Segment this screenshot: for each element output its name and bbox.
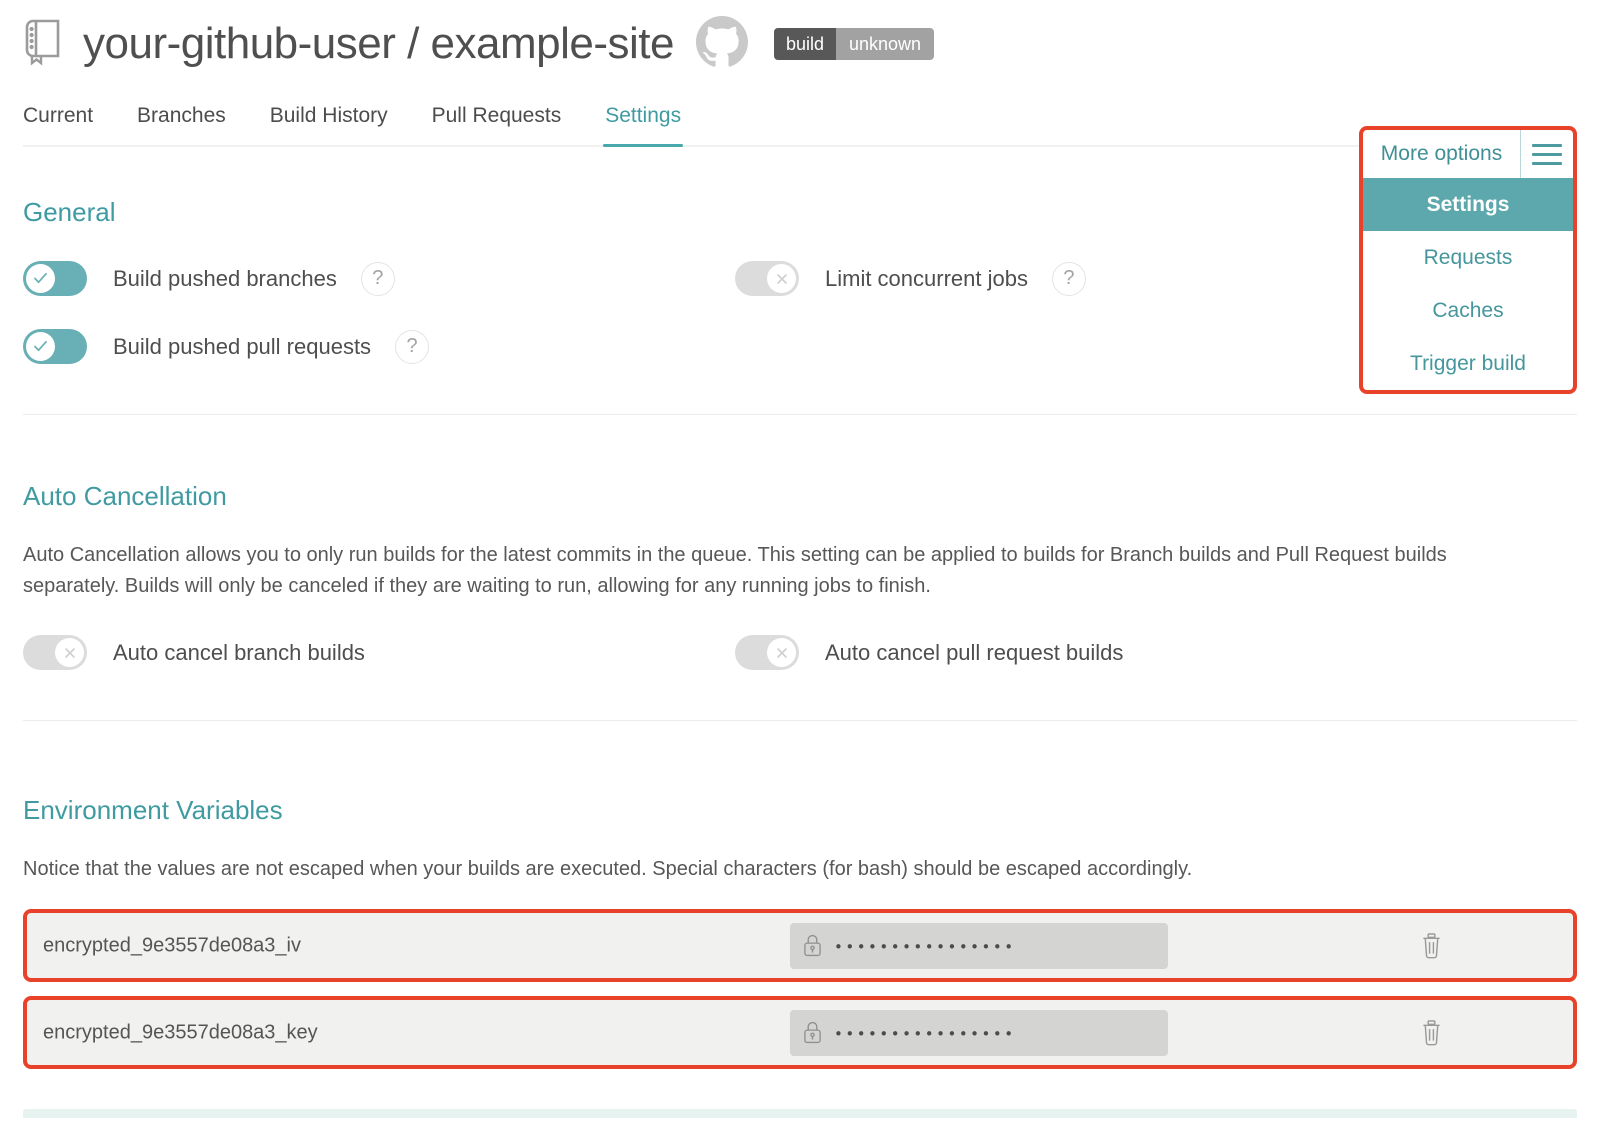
toggle-knob-check-icon <box>26 264 55 293</box>
masked-value: •••••••••••••••• <box>834 936 1016 956</box>
more-options-header: More options <box>1363 130 1573 178</box>
repository-book-icon <box>23 18 63 71</box>
toggle-knob-check-icon <box>26 332 55 361</box>
toggle-label: Build pushed branches <box>113 266 337 292</box>
menu-item-settings[interactable]: Settings <box>1363 178 1573 231</box>
environment-variables-heading: Environment Variables <box>23 795 1577 826</box>
toggle-row: Build pushed branches ? Limit concurrent… <box>23 261 1577 296</box>
toggle-label: Limit concurrent jobs <box>825 266 1028 292</box>
toggle-label: Build pushed pull requests <box>113 334 371 360</box>
tab-current[interactable]: Current <box>23 104 93 145</box>
badge-status: unknown <box>836 28 934 60</box>
build-pushed-branches-toggle[interactable] <box>23 261 87 296</box>
auto-cancel-branch-builds-setting: Auto cancel branch builds <box>23 635 735 670</box>
help-icon[interactable]: ? <box>1052 262 1086 296</box>
tab-build-history[interactable]: Build History <box>270 104 388 145</box>
toggle-row: Auto cancel branch builds Auto cancel pu… <box>23 635 1577 670</box>
tab-branches[interactable]: Branches <box>137 104 226 145</box>
settings-page: your-github-user / example-site build un… <box>0 0 1600 1133</box>
auto-cancellation-heading: Auto Cancellation <box>23 481 1577 512</box>
section-divider <box>23 414 1577 415</box>
tab-settings[interactable]: Settings <box>605 104 681 145</box>
auto-cancel-pull-request-builds-setting: Auto cancel pull request builds <box>735 635 1123 670</box>
tab-bar: Current Branches Build History Pull Requ… <box>23 104 1577 147</box>
hamburger-menu-icon[interactable] <box>1521 130 1573 178</box>
build-pushed-pull-requests-setting: Build pushed pull requests ? <box>23 329 429 364</box>
more-options-button[interactable]: More options <box>1363 130 1520 178</box>
page-title: your-github-user / example-site <box>83 19 674 69</box>
help-icon[interactable]: ? <box>361 262 395 296</box>
auto-cancel-branch-builds-toggle[interactable] <box>23 635 87 670</box>
toggle-row: Build pushed pull requests ? <box>23 329 1577 364</box>
lock-icon <box>803 933 822 958</box>
menu-item-caches[interactable]: Caches <box>1363 284 1573 337</box>
badge-label: build <box>774 28 836 60</box>
general-heading: General <box>23 197 1577 228</box>
lock-icon <box>803 1020 822 1045</box>
toggle-knob-x-icon <box>767 638 796 667</box>
env-var-value-field[interactable]: •••••••••••••••• <box>790 923 1168 969</box>
auto-cancellation-description: Auto Cancellation allows you to only run… <box>23 540 1485 602</box>
help-icon[interactable]: ? <box>395 330 429 364</box>
env-var-name: encrypted_9e3557de08a3_key <box>43 1021 318 1044</box>
toggle-label: Auto cancel branch builds <box>113 640 365 666</box>
env-var-value-field[interactable]: •••••••••••••••• <box>790 1010 1168 1056</box>
build-pushed-branches-setting: Build pushed branches ? <box>23 261 735 296</box>
menu-item-requests[interactable]: Requests <box>1363 231 1573 284</box>
toggle-label: Auto cancel pull request builds <box>825 640 1123 666</box>
env-var-row: encrypted_9e3557de08a3_iv ••••••••••••••… <box>23 909 1577 982</box>
delete-env-var-icon[interactable] <box>1420 932 1443 959</box>
auto-cancel-pull-request-builds-toggle[interactable] <box>735 635 799 670</box>
limit-concurrent-jobs-toggle[interactable] <box>735 261 799 296</box>
toggle-knob-x-icon <box>55 638 84 667</box>
build-pushed-pull-requests-toggle[interactable] <box>23 329 87 364</box>
toggle-knob-x-icon <box>767 264 796 293</box>
build-status-badge[interactable]: build unknown <box>774 28 934 60</box>
more-options-dropdown: More options Settings Requests Caches Tr… <box>1359 126 1577 394</box>
masked-value: •••••••••••••••• <box>834 1023 1016 1043</box>
env-var-row: encrypted_9e3557de08a3_key •••••••••••••… <box>23 996 1577 1069</box>
menu-item-trigger-build[interactable]: Trigger build <box>1363 337 1573 390</box>
limit-concurrent-jobs-setting: Limit concurrent jobs ? <box>735 261 1086 296</box>
tab-pull-requests[interactable]: Pull Requests <box>432 104 562 145</box>
page-header: your-github-user / example-site build un… <box>23 0 1577 72</box>
env-var-name: encrypted_9e3557de08a3_iv <box>43 934 301 957</box>
section-divider <box>23 720 1577 721</box>
environment-variables-notice: Notice that the values are not escaped w… <box>23 854 1485 885</box>
github-icon[interactable] <box>696 16 748 73</box>
next-row-partial <box>23 1109 1577 1118</box>
delete-env-var-icon[interactable] <box>1420 1019 1443 1046</box>
